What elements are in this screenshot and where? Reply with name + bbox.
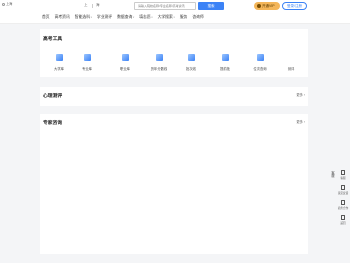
psy-card: 心理测评 更多 › xyxy=(40,87,308,106)
search-button[interactable]: 搜索 xyxy=(198,2,224,10)
expert-title: 专家咨询 xyxy=(43,121,63,126)
city-right: 海 xyxy=(96,3,100,7)
tool-item-5[interactable]: 提前批 xyxy=(213,54,237,71)
nav-item-1[interactable]: 高考资讯 xyxy=(55,15,70,20)
briefcase-icon xyxy=(121,54,129,61)
nav-item-0[interactable]: 首页 xyxy=(42,15,50,20)
chevron-down-icon: ▾ xyxy=(89,16,92,19)
side-item-3[interactable]: 返回 xyxy=(336,215,350,225)
city-left: 上 xyxy=(84,3,88,7)
login-button[interactable]: 登录/注册 xyxy=(282,2,307,10)
feedback-icon xyxy=(341,185,345,190)
location-pin-icon xyxy=(2,2,5,6)
chevron-down-icon: ▾ xyxy=(172,16,175,19)
document-icon xyxy=(155,54,163,61)
search-icon xyxy=(256,54,264,61)
nav-item-2[interactable]: 智能选科 ▾ xyxy=(75,15,92,20)
chart-icon xyxy=(221,54,229,61)
book-icon xyxy=(83,54,91,61)
divider xyxy=(91,3,92,8)
crown-icon xyxy=(257,4,261,9)
tool-item-0[interactable]: 大学库 xyxy=(47,54,71,71)
nav-item-5[interactable]: 填志愿 ▾ xyxy=(139,15,152,20)
side-item-1[interactable]: 意见反馈 xyxy=(336,185,350,195)
layers-icon xyxy=(187,54,195,61)
location-link[interactable]: 上海 xyxy=(2,1,12,6)
tool-item-6[interactable]: 位次查询 xyxy=(248,54,272,71)
tool-item-7[interactable]: 测评 xyxy=(279,54,303,71)
tools-title: 高考工具 xyxy=(43,37,63,42)
nav-item-3[interactable]: 学业测评 xyxy=(97,15,112,20)
expert-card: 专家咨询 更多 › xyxy=(40,114,308,254)
side-item-2[interactable]: 商务合作 xyxy=(336,200,350,210)
vip-button[interactable]: 开通VIP xyxy=(254,2,280,10)
tool-item-4[interactable]: 批次线 xyxy=(179,54,203,71)
nav-item-6[interactable]: 大学搜索 ▾ xyxy=(158,15,175,20)
search-input[interactable] xyxy=(134,2,196,10)
tool-item-1[interactable]: 专业库 xyxy=(75,54,99,71)
nav-item-4[interactable]: 数据查询 ▾ xyxy=(117,15,134,20)
service-label: 客服 xyxy=(331,171,335,179)
tools-card: 高考工具 大学库 专业库 职业库 历年分数线 批次线 提前批 位次查询 测评 xyxy=(40,29,308,77)
main-nav: 首页 高考资讯 智能选科 ▾ 学业测评 数据查询 ▾ 填志愿 ▾ 大学搜索 ▾ 服务 咨询师 xyxy=(42,15,204,20)
side-item-0[interactable]: 客服 xyxy=(336,170,350,180)
university-icon xyxy=(55,54,63,61)
tool-item-3[interactable]: 历年分数线 xyxy=(147,54,171,71)
chevron-down-icon: ▾ xyxy=(132,16,135,19)
psy-title: 心理测评 xyxy=(43,94,63,99)
tool-item-2[interactable]: 职业库 xyxy=(113,54,137,71)
top-icon xyxy=(341,215,345,220)
nav-item-7[interactable]: 服务 xyxy=(180,15,188,20)
handshake-icon xyxy=(341,200,345,205)
city-selector[interactable]: 上 海 xyxy=(84,3,100,8)
chevron-down-icon: ▾ xyxy=(150,16,153,19)
expert-more-link[interactable]: 更多 › xyxy=(296,119,305,124)
phone-icon xyxy=(341,170,345,175)
nav-item-8[interactable]: 咨询师 xyxy=(192,15,203,20)
psy-more-link[interactable]: 更多 › xyxy=(296,92,305,97)
side-toolbar: 客服意见反馈商务合作返回 xyxy=(336,170,350,230)
